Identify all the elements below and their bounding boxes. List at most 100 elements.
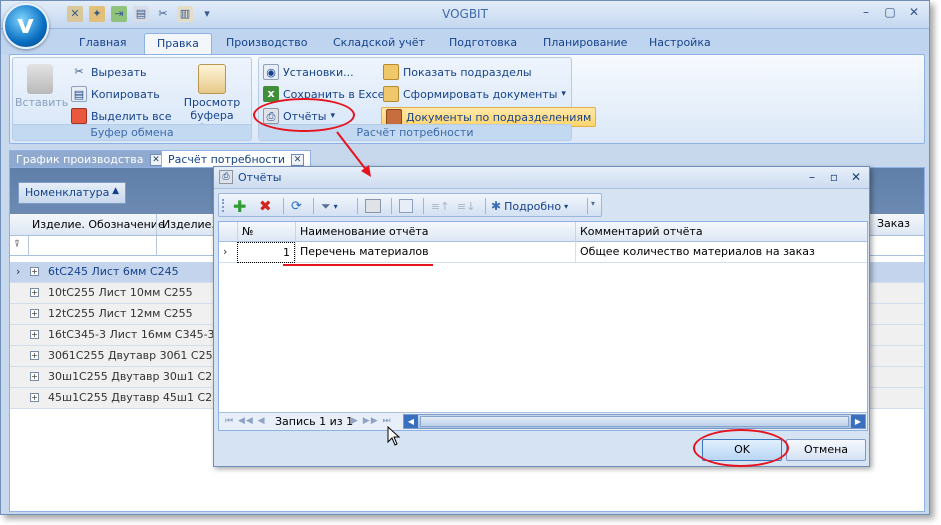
expand-icon[interactable]: + xyxy=(30,372,39,381)
chevron-down-icon: ▾ xyxy=(564,201,569,211)
expand-icon[interactable]: + xyxy=(30,351,39,360)
detail-icon: ✱ xyxy=(491,199,502,213)
app-menu-button[interactable]: v xyxy=(3,3,49,49)
printer-icon xyxy=(365,199,381,213)
generate-documents-button[interactable]: Сформировать документы ▾ xyxy=(383,84,566,104)
group-chip-nomenclature[interactable]: Номенклатура ▲ xyxy=(18,182,126,204)
column-product-designation[interactable]: Изделие. Обозначение xyxy=(32,218,165,231)
table-row[interactable]: › 1 Перечень материалов Общее количество… xyxy=(219,242,867,263)
scroll-left-icon[interactable]: ◀ xyxy=(404,415,418,428)
column-number[interactable]: № xyxy=(237,222,295,242)
cancel-button[interactable]: Отмена xyxy=(786,439,866,461)
tab-edit[interactable]: Правка xyxy=(144,33,212,55)
toolbar-separator xyxy=(357,198,358,214)
tab-preparation[interactable]: Подготовка xyxy=(437,33,529,55)
clipboard-group-label: Буфер обмена xyxy=(13,124,251,140)
chevron-down-icon: ▾ xyxy=(561,89,566,99)
filter-button[interactable]: ⏷ ▾ xyxy=(321,197,338,215)
books-icon xyxy=(386,109,402,125)
select-all-button[interactable]: Выделить все xyxy=(71,106,171,126)
dialog-title: Отчёты xyxy=(238,171,282,184)
copy-button[interactable]: ▤ Копировать xyxy=(71,84,160,104)
ribbon-tabs: Главная Правка Производство Складской уч… xyxy=(1,29,929,55)
row-selector-header xyxy=(219,222,237,242)
annotation-oval-ok xyxy=(693,429,789,467)
annotation-oval-reports xyxy=(253,98,355,132)
toolbar-separator xyxy=(485,198,486,214)
toolbar-separator xyxy=(313,198,314,214)
print-button[interactable] xyxy=(365,197,381,215)
dialog-window-controls: – ▫ ✕ xyxy=(803,169,865,185)
cell-number[interactable]: 1 xyxy=(237,242,295,263)
close-icon[interactable]: ✕ xyxy=(290,154,304,166)
window-controls: – ▢ ✕ xyxy=(855,4,925,22)
horizontal-scrollbar[interactable]: ◀ ▶ xyxy=(403,414,866,429)
app-logo-icon: v xyxy=(17,10,34,40)
plus-icon: ✚ xyxy=(233,196,247,216)
move-down-button: ≡↓ xyxy=(457,197,475,215)
nav-first-prev-icon[interactable]: ⏮ ◀◀ ◀ xyxy=(225,416,266,426)
record-counter: Запись 1 из 1 xyxy=(275,415,354,428)
chevron-down-icon: ▾ xyxy=(333,201,338,211)
tab-home[interactable]: Главная xyxy=(67,33,139,55)
properties-button[interactable] xyxy=(399,197,413,215)
tab-warehouse[interactable]: Складской учёт xyxy=(321,33,437,55)
record-navigator: ⏮ ◀◀ ◀ Запись 1 из 1 ▶ ▶▶ ⏭ ◀ ▶ xyxy=(219,412,867,430)
filter-icon: ⏷ xyxy=(321,198,331,213)
minimize-icon[interactable]: – xyxy=(803,169,821,185)
toolbar-overflow-icon[interactable]: ▾ xyxy=(591,199,595,208)
expand-icon[interactable]: + xyxy=(30,267,39,276)
ribbon: Вставить ✂ Вырезать ▤ Копировать Выделит… xyxy=(9,54,925,144)
reports-grid-header: № Наименование отчёта Комментарий отчёта xyxy=(219,222,867,242)
column-report-name[interactable]: Наименование отчёта xyxy=(295,222,575,242)
dialog-toolbar: ✚ ✖ ⟳ ⏷ ▾ ≡↑ ≡↓ ✱ Подробно ▾ ▾ xyxy=(218,193,602,217)
expand-icon[interactable]: + xyxy=(30,309,39,318)
toolbar-grip-icon xyxy=(222,199,225,212)
column-order[interactable]: Заказ xyxy=(877,217,910,230)
scroll-right-icon[interactable]: ▶ xyxy=(851,415,865,428)
tab-settings[interactable]: Настройка xyxy=(637,33,723,55)
maximize-icon[interactable]: ▢ xyxy=(879,4,901,22)
settings-dialog-icon: ◉ xyxy=(263,64,279,80)
refresh-button[interactable]: ⟳ xyxy=(291,197,302,215)
paste-icon xyxy=(27,64,53,94)
doctab-production-schedule[interactable]: График производства ✕ xyxy=(9,150,170,168)
close-icon[interactable]: ✕ xyxy=(847,169,865,185)
close-icon[interactable]: ✕ xyxy=(903,4,925,22)
documents-icon xyxy=(383,86,399,102)
column-report-comment[interactable]: Комментарий отчёта xyxy=(575,222,867,242)
expand-icon[interactable]: + xyxy=(30,393,39,402)
expand-icon[interactable]: + xyxy=(30,288,39,297)
reports-dialog: ⎙ Отчёты – ▫ ✕ ✚ ✖ ⟳ ⏷ ▾ ≡↑ ≡↓ ✱ Подробн… xyxy=(213,166,870,467)
tab-planning[interactable]: Планирование xyxy=(531,33,639,55)
delete-button[interactable]: ✖ xyxy=(259,197,272,215)
nav-next-last-icon[interactable]: ▶ ▶▶ ⏭ xyxy=(351,416,392,426)
detail-button[interactable]: ✱ Подробно ▾ xyxy=(491,197,568,215)
scissors-icon: ✂ xyxy=(74,65,84,78)
copy-icon: ▤ xyxy=(71,86,87,102)
filter-icon[interactable]: ⍒ xyxy=(14,239,20,250)
cell-report-comment[interactable]: Общее количество материалов на заказ xyxy=(575,242,867,263)
maximize-icon[interactable]: ▫ xyxy=(825,169,843,185)
row-indicator-icon: › xyxy=(16,265,21,278)
scroll-thumb[interactable] xyxy=(420,416,849,427)
cut-button[interactable]: ✂ Вырезать xyxy=(71,62,146,82)
toolbar-separator xyxy=(423,198,424,214)
annotation-underline xyxy=(283,264,433,266)
grid-icon xyxy=(71,108,87,124)
add-button[interactable]: ✚ xyxy=(233,196,247,216)
paste-button[interactable]: Вставить xyxy=(15,64,68,109)
move-up-icon: ≡↑ xyxy=(431,199,450,213)
expand-icon[interactable]: + xyxy=(30,330,39,339)
refresh-icon: ⟳ xyxy=(291,198,302,214)
minimize-icon[interactable]: – xyxy=(855,4,877,22)
document-tabs: График производства ✕ Расчёт потребности ✕ xyxy=(9,148,925,168)
application-window: ✕ ✦ ⇥ ▤ ✂ ▥ ▾ VOGBIT – ▢ ✕ v Главная Пра… xyxy=(0,0,930,515)
cell-report-name[interactable]: Перечень материалов xyxy=(295,242,575,263)
show-subdivisions-button[interactable]: Показать подразделы xyxy=(383,62,532,82)
dialog-title-bar: ⎙ Отчёты – ▫ ✕ xyxy=(214,167,869,189)
toolbar-separator xyxy=(587,198,588,214)
tab-production[interactable]: Производство xyxy=(214,33,319,55)
settings-button[interactable]: ◉ Установки... xyxy=(263,62,354,82)
mouse-cursor-icon xyxy=(387,426,401,446)
